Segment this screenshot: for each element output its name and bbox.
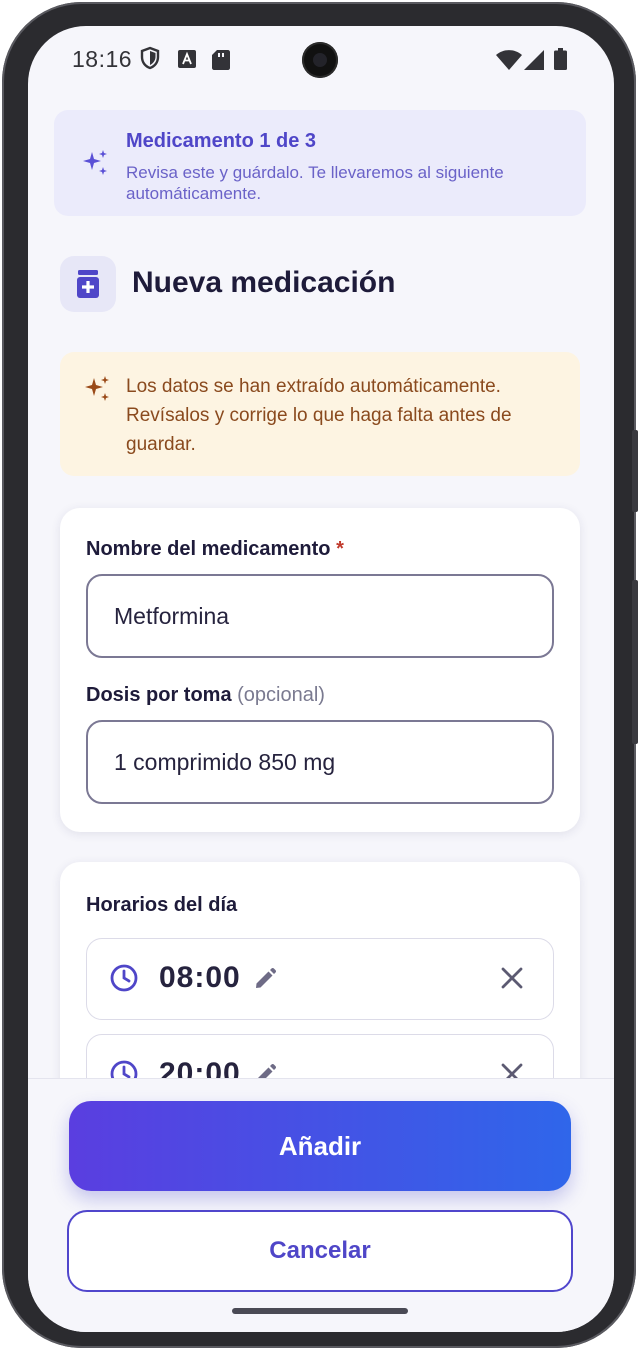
power-button — [632, 580, 638, 744]
medication-name-input[interactable] — [86, 574, 554, 658]
medication-icon-container — [60, 256, 116, 312]
cancel-button[interactable]: Cancelar — [67, 1210, 573, 1292]
edit-pencil-icon[interactable] — [253, 967, 277, 991]
schedule-time: 20:00 — [159, 1057, 241, 1078]
remove-time-icon[interactable] — [499, 1061, 525, 1078]
schedule-label: Horarios del día — [86, 894, 238, 916]
dose-input[interactable] — [86, 720, 554, 804]
step-subtitle: Revisa este y guárdalo. Te llevaremos al… — [126, 163, 504, 203]
name-field-label: Nombre del medicamento * — [86, 538, 344, 561]
dose-field-label: Dosis por toma (opcional) — [86, 684, 325, 707]
medication-icon — [77, 270, 99, 298]
name-label-text: Nombre del medicamento — [86, 538, 331, 560]
step-title: Medicamento 1 de 3 — [126, 130, 317, 152]
optional-tag: (opcional) — [237, 684, 325, 706]
schedule-item[interactable]: 08:00 — [86, 938, 554, 1020]
home-indicator[interactable] — [232, 1308, 408, 1314]
phone-frame: 18:16 Medicamento 1 de 3 Revisa este y g… — [2, 2, 638, 1348]
step-banner: Medicamento 1 de 3 Revisa este y guárdal… — [54, 110, 586, 216]
schedule-item[interactable]: 20:00 — [86, 1034, 554, 1078]
sparkles-icon — [85, 376, 109, 401]
page-title: Nueva medicación — [132, 266, 396, 299]
add-button[interactable]: Añadir — [69, 1101, 571, 1191]
volume-button — [632, 430, 638, 512]
ai-notice: Los datos se han extraído automáticament… — [60, 352, 580, 476]
clock-icon — [110, 1060, 138, 1078]
clock-icon — [110, 964, 138, 992]
ai-notice-text: Los datos se han extraído automáticament… — [126, 376, 512, 455]
action-footer: Añadir Cancelar — [28, 1078, 614, 1332]
sparkles-icon — [83, 150, 107, 175]
schedule-card: Horarios del día 08:00 20:00 — [60, 862, 580, 1078]
dose-label-text: Dosis por toma — [86, 684, 232, 706]
required-mark: * — [336, 538, 344, 560]
form-scroll-area[interactable]: Medicamento 1 de 3 Revisa este y guárdal… — [28, 26, 614, 1078]
schedule-time: 08:00 — [159, 961, 241, 994]
screen: 18:16 Medicamento 1 de 3 Revisa este y g… — [28, 26, 614, 1332]
remove-time-icon[interactable] — [499, 965, 525, 991]
medication-details-card: Nombre del medicamento * Dosis por toma … — [60, 508, 580, 832]
edit-pencil-icon[interactable] — [253, 1063, 277, 1078]
